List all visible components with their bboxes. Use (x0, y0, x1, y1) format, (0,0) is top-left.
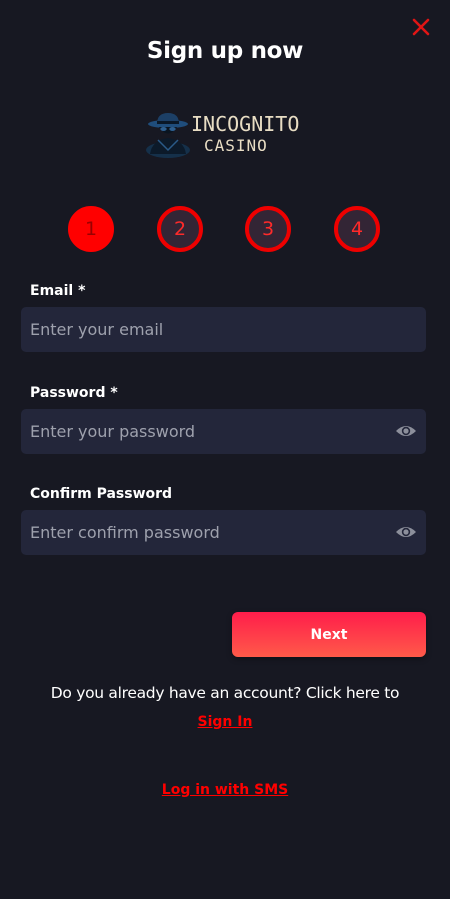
eye-icon[interactable] (395, 523, 417, 541)
next-button[interactable]: Next (232, 612, 426, 657)
confirm-password-label: Confirm Password (30, 486, 173, 502)
step-2-indicator: 2 (157, 206, 203, 252)
confirm-password-input[interactable] (21, 510, 426, 555)
logo-subtitle: CASINO (204, 136, 268, 155)
signup-stepper: 1 2 3 4 (68, 206, 380, 252)
eye-icon[interactable] (395, 422, 417, 440)
close-icon (412, 18, 430, 36)
close-button[interactable] (410, 16, 432, 38)
spy-logo-icon (146, 113, 190, 158)
password-input[interactable] (21, 409, 426, 454)
step-1-indicator: 1 (68, 206, 114, 252)
sign-in-link[interactable]: Sign In (198, 714, 253, 730)
brand-logo: INCOGNITO CASINO (144, 106, 308, 160)
step-3-indicator: 3 (245, 206, 291, 252)
email-input[interactable] (21, 307, 426, 352)
password-field-container (21, 409, 426, 454)
email-label: Email * (30, 283, 86, 299)
step-4-indicator: 4 (334, 206, 380, 252)
account-prompt: Do you already have an account? Click he… (50, 684, 400, 702)
confirm-password-field-container (21, 510, 426, 555)
sms-login-link[interactable]: Log in with SMS (162, 782, 288, 798)
email-field-container (21, 307, 426, 352)
page-title: Sign up now (146, 38, 304, 64)
logo-wordmark: INCOGNITO (191, 112, 300, 136)
password-label: Password * (30, 385, 118, 401)
